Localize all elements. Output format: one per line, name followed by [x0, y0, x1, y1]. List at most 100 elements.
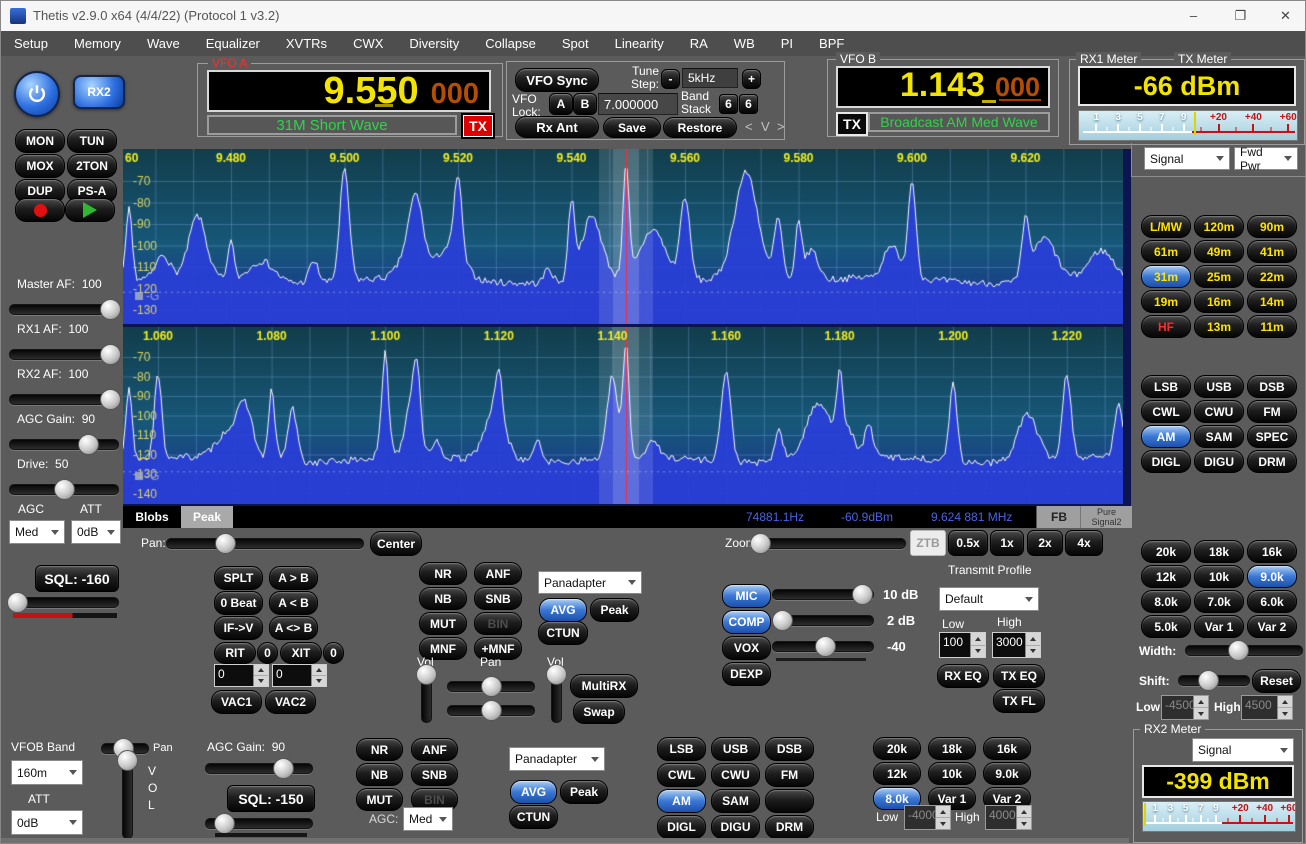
8-0k-button[interactable]: 8.0k: [1141, 590, 1191, 613]
rx2-squelch-button[interactable]: SQL: -150: [227, 785, 315, 812]
41m-button[interactable]: 41m: [1247, 240, 1297, 263]
rx2-peak-button[interactable]: Peak: [560, 780, 608, 804]
vfo-b-frequency-display[interactable]: 1.143 000: [836, 66, 1050, 108]
rx1-af-slider[interactable]: [9, 343, 119, 365]
lsb-button[interactable]: LSB: [657, 737, 706, 761]
a-b-button[interactable]: A <> B: [269, 616, 318, 640]
rx2-power-button[interactable]: RX2: [73, 75, 125, 109]
agc-gain-slider[interactable]: [9, 433, 119, 455]
tun-button[interactable]: TUN: [67, 129, 117, 153]
maximize-button[interactable]: ❐: [1218, 1, 1263, 31]
agc-select[interactable]: Med: [9, 520, 65, 544]
20k-button[interactable]: 20k: [873, 737, 921, 760]
band-stack-2-button[interactable]: 6: [739, 94, 758, 114]
zoom-slider[interactable]: [752, 531, 906, 554]
31m-button[interactable]: 31m: [1141, 265, 1191, 288]
comp-slider[interactable]: [772, 610, 874, 630]
90m-button[interactable]: 90m: [1247, 215, 1297, 238]
zoom-2x-button[interactable]: 2x: [1027, 530, 1063, 556]
a-b-button[interactable]: A > B: [269, 566, 318, 590]
transmit-profile-select[interactable]: Default: [939, 587, 1039, 611]
vfo-lock-a-button[interactable]: A: [549, 93, 573, 115]
rx2-high-spinner[interactable]: 4000: [985, 805, 1032, 830]
13m-button[interactable]: 13m: [1194, 315, 1244, 338]
pure-signal-button[interactable]: Pure Signal2: [1080, 506, 1132, 528]
width-slider[interactable]: [1185, 640, 1303, 660]
am-button[interactable]: AM: [1141, 425, 1191, 448]
nr-button[interactable]: NR: [419, 562, 467, 585]
25m-button[interactable]: 25m: [1194, 265, 1244, 288]
drm-button[interactable]: DRM: [765, 815, 814, 839]
lsb-button[interactable]: LSB: [1141, 375, 1191, 398]
center-button[interactable]: Center: [370, 531, 422, 556]
10k-button[interactable]: 10k: [928, 762, 976, 785]
mut-button[interactable]: MUT: [356, 788, 403, 811]
rx2-agc-gain-slider[interactable]: [205, 757, 313, 779]
14m-button[interactable]: 14m: [1247, 290, 1297, 313]
pan-slider[interactable]: [166, 531, 364, 554]
rit-button[interactable]: RIT: [214, 642, 256, 664]
multirx-pan-slider[interactable]: [447, 700, 535, 720]
multirx-button[interactable]: MultiRX: [570, 674, 638, 698]
tx-eq-button[interactable]: TX EQ: [993, 664, 1045, 688]
7-0k-button[interactable]: 7.0k: [1194, 590, 1244, 613]
tx-fl-button[interactable]: TX FL: [993, 689, 1045, 713]
nav-right-button[interactable]: >: [777, 119, 785, 134]
play-button[interactable]: [65, 198, 115, 222]
rx2-ctun-button[interactable]: CTUN: [509, 805, 558, 829]
filter-high-spinner[interactable]: 4500: [1241, 695, 1293, 720]
menu-ra[interactable]: RA: [677, 31, 721, 56]
att-select[interactable]: 0dB: [71, 520, 121, 544]
usb-button[interactable]: USB: [711, 737, 760, 761]
rx1-meter-mode-select[interactable]: Signal: [1144, 147, 1230, 170]
band-stack-1-button[interactable]: 6: [719, 94, 738, 114]
0-beat-button[interactable]: 0 Beat: [214, 591, 263, 615]
18k-button[interactable]: 18k: [1194, 540, 1244, 563]
restore-button[interactable]: Restore: [663, 117, 737, 138]
menu-spot[interactable]: Spot: [549, 31, 602, 56]
rx2-meter-mode-select[interactable]: Signal: [1192, 738, 1294, 762]
am-button[interactable]: AM: [657, 789, 706, 813]
bin-button[interactable]: BIN: [474, 612, 522, 635]
vox-slider[interactable]: [772, 636, 874, 656]
spec-button[interactable]: SPEC: [1247, 425, 1297, 448]
menu-wave[interactable]: Wave: [134, 31, 193, 56]
zoom-0-5x-button[interactable]: 0.5x: [948, 530, 988, 556]
digu-button[interactable]: DIGU: [1194, 450, 1244, 473]
tab-peak[interactable]: Peak: [181, 506, 233, 528]
swap-button[interactable]: Swap: [573, 700, 625, 724]
nav-v-button[interactable]: V: [761, 119, 770, 134]
rx1-peak-button[interactable]: Peak: [590, 598, 639, 622]
cwl-button[interactable]: CWL: [1141, 400, 1191, 423]
vfob-band-select[interactable]: 160m: [11, 760, 83, 785]
rx1-squelch-slider[interactable]: [9, 591, 119, 613]
master-af-slider[interactable]: [9, 298, 119, 320]
nav-left-button[interactable]: <: [745, 119, 753, 134]
rx1-pan-slider[interactable]: [447, 676, 535, 696]
menu-equalizer[interactable]: Equalizer: [193, 31, 273, 56]
vfo-a-frequency-display[interactable]: 9.550 000: [207, 70, 491, 112]
dsb-button[interactable]: DSB: [765, 737, 814, 761]
vfo-sync-button[interactable]: VFO Sync: [515, 68, 599, 92]
19m-button[interactable]: 19m: [1141, 290, 1191, 313]
blank-button[interactable]: [765, 789, 814, 813]
tx-high-spinner[interactable]: 3000: [992, 632, 1041, 658]
digl-button[interactable]: DIGL: [657, 815, 706, 839]
cwu-button[interactable]: CWU: [1194, 400, 1244, 423]
49m-button[interactable]: 49m: [1194, 240, 1244, 263]
tab-blobs[interactable]: Blobs: [123, 506, 181, 528]
mut-button[interactable]: MUT: [419, 612, 467, 635]
rx1-panadapter[interactable]: [123, 149, 1123, 324]
snb-button[interactable]: SNB: [474, 587, 522, 610]
9-0k-button[interactable]: 9.0k: [1247, 565, 1297, 588]
a-b-button[interactable]: A < B: [269, 591, 318, 615]
fm-button[interactable]: FM: [1247, 400, 1297, 423]
nb-button[interactable]: NB: [356, 763, 403, 786]
vfo-a-tx-button[interactable]: TX: [463, 115, 493, 137]
rx2-agc-select[interactable]: Med: [403, 807, 453, 831]
sam-button[interactable]: SAM: [711, 789, 760, 813]
vac1-button[interactable]: VAC1: [211, 690, 262, 714]
menu-xvtrs[interactable]: XVTRs: [273, 31, 340, 56]
vac2-button[interactable]: VAC2: [265, 690, 316, 714]
menu-cwx[interactable]: CWX: [340, 31, 396, 56]
